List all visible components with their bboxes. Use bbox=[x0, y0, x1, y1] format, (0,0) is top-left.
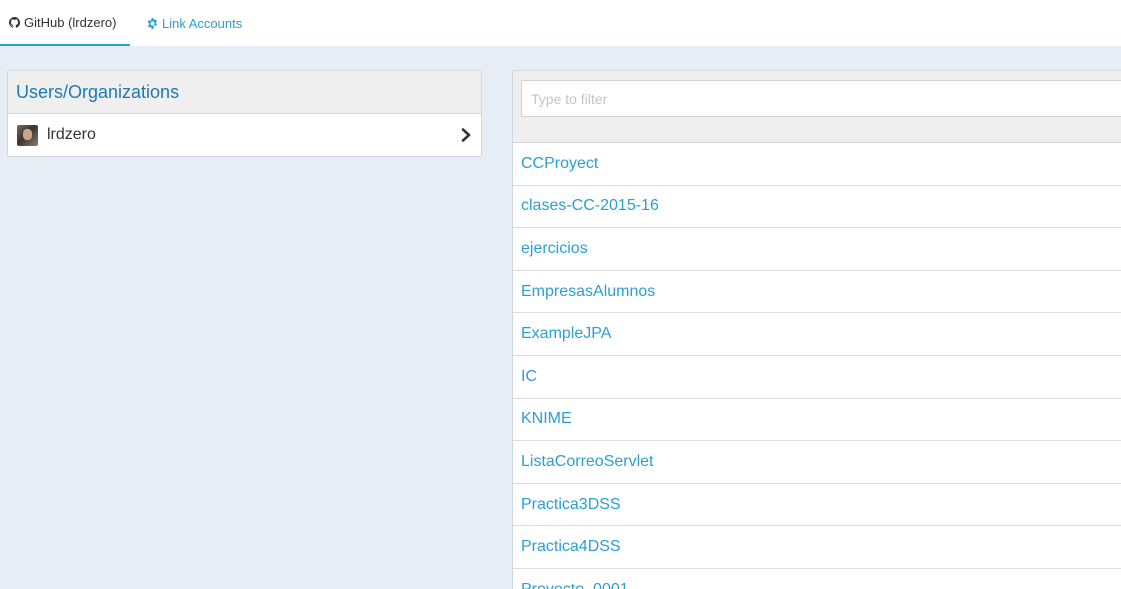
avatar bbox=[17, 124, 38, 146]
user-name: lrdzero bbox=[47, 126, 96, 143]
repo-item[interactable]: IC bbox=[513, 356, 1121, 399]
top-tab-bar: GitHub (lrdzero) Link Accounts bbox=[0, 0, 1121, 46]
repo-item[interactable]: Practica4DSS bbox=[513, 526, 1121, 569]
repo-item[interactable]: ejercicios bbox=[513, 228, 1121, 271]
github-icon bbox=[8, 16, 20, 28]
tab-link-accounts-label: Link Accounts bbox=[162, 15, 243, 31]
repo-item[interactable]: ExampleJPA bbox=[513, 313, 1121, 356]
repo-item[interactable]: Practica3DSS bbox=[513, 484, 1121, 527]
gear-icon bbox=[146, 17, 158, 29]
chevron-right-icon bbox=[460, 128, 472, 142]
tab-github-label: GitHub (lrdzero) bbox=[24, 14, 117, 30]
repo-item[interactable]: KNIME bbox=[513, 399, 1121, 442]
filter-input[interactable] bbox=[521, 80, 1121, 117]
filter-area bbox=[513, 71, 1121, 143]
user-row-lrdzero[interactable]: lrdzero bbox=[8, 114, 481, 156]
users-organizations-panel: Users/Organizations lrdzero bbox=[7, 70, 482, 157]
repo-item[interactable]: ListaCorreoServlet bbox=[513, 441, 1121, 484]
repositories-panel: CCProyect clases-CC-2015-16 ejercicios E… bbox=[512, 70, 1121, 589]
repo-item[interactable]: Proyecto_0001 bbox=[513, 569, 1121, 589]
tab-link-accounts[interactable]: Link Accounts bbox=[146, 0, 242, 46]
tab-github[interactable]: GitHub (lrdzero) bbox=[0, 0, 130, 46]
repo-item[interactable]: EmpresasAlumnos bbox=[513, 271, 1121, 314]
repo-list: CCProyect clases-CC-2015-16 ejercicios E… bbox=[513, 143, 1121, 589]
repo-item[interactable]: CCProyect bbox=[513, 143, 1121, 186]
panel-title: Users/Organizations bbox=[8, 71, 481, 114]
repo-item[interactable]: clases-CC-2015-16 bbox=[513, 186, 1121, 229]
